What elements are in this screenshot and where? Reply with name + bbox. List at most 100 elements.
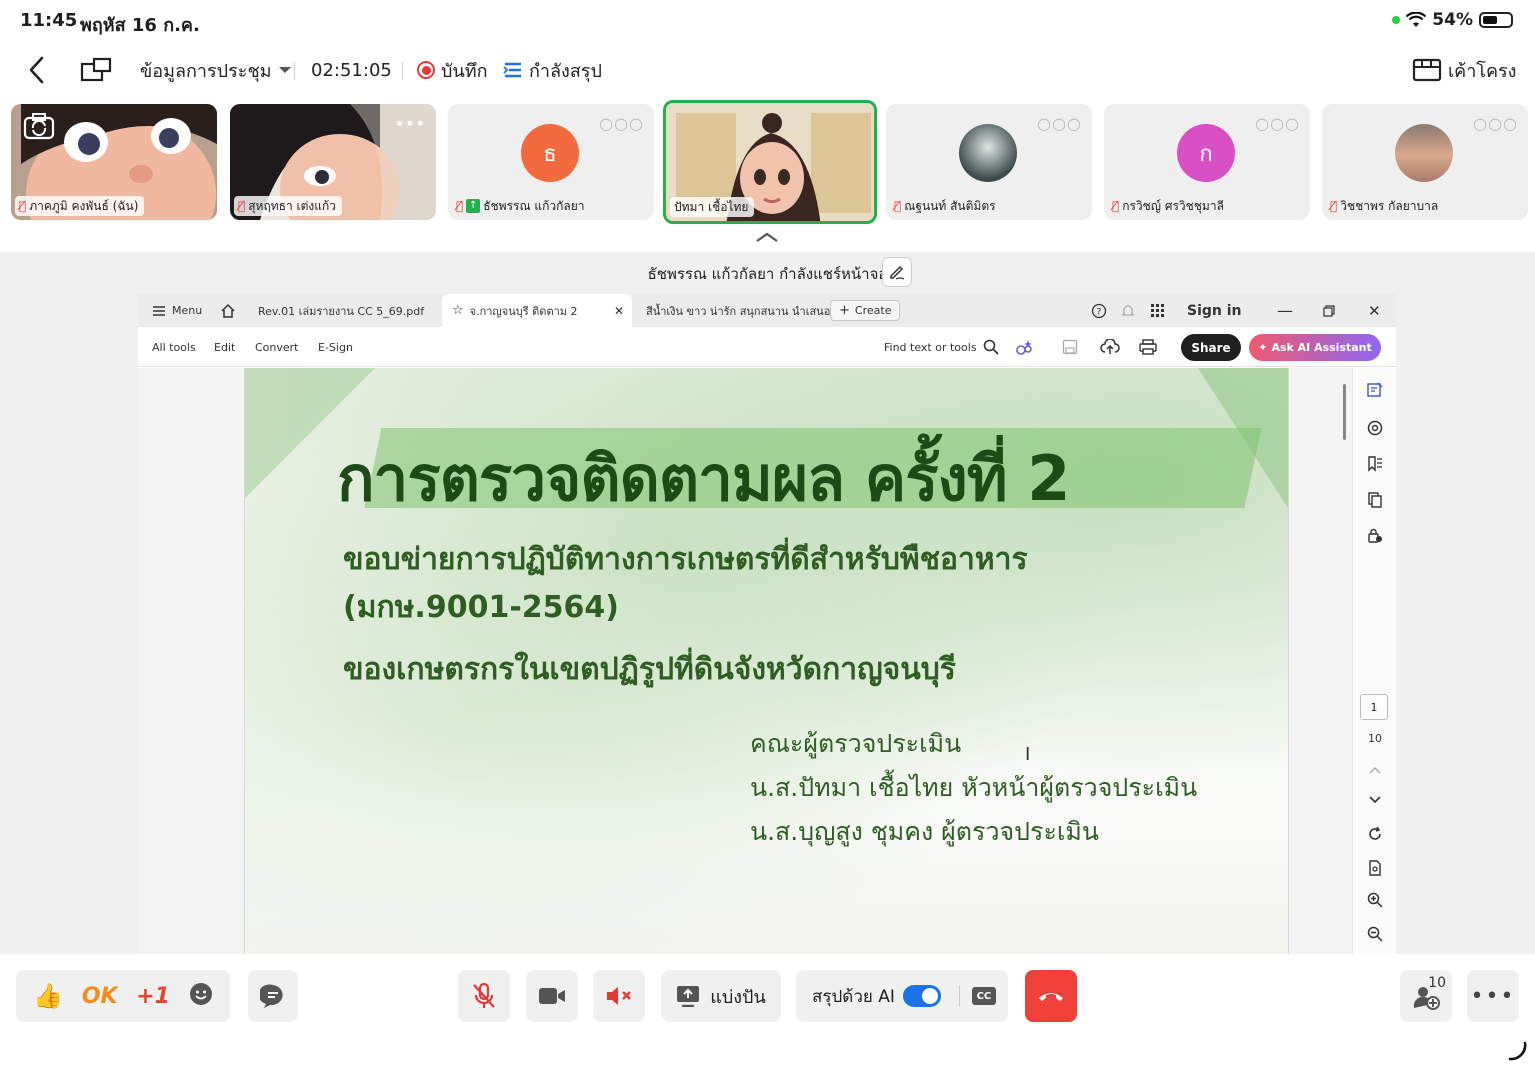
tool-edit[interactable]: Edit (214, 327, 235, 367)
back-button[interactable] (26, 50, 48, 90)
close-window-icon[interactable]: ✕ (1368, 294, 1381, 327)
minimize-window-icon[interactable]: — (1277, 294, 1293, 327)
closed-captions-button[interactable]: CC (971, 987, 996, 1005)
end-call-button[interactable] (1025, 970, 1077, 1022)
share-screen-icon (677, 986, 700, 1007)
home-button[interactable] (220, 294, 236, 327)
mic-off-icon: 🎙̸ (1112, 199, 1120, 213)
thumbs-up-icon[interactable]: 👍 (33, 982, 63, 1010)
divider (294, 62, 295, 80)
ask-ai-assistant-button[interactable]: ✦ Ask AI Assistant (1249, 334, 1381, 361)
avatar-initial: ก (1199, 141, 1213, 167)
participant-tile-active-speaker[interactable]: ปัทมา เชื้อไทย (663, 100, 877, 224)
chat-button[interactable] (248, 970, 298, 1022)
more-options-icon[interactable]: ○○○ (1473, 114, 1518, 133)
ai-summary-toggle[interactable] (902, 985, 941, 1007)
tool-all-tools[interactable]: All tools (152, 327, 196, 367)
edit-pdf-icon[interactable] (1365, 380, 1385, 400)
previous-page-icon[interactable] (1365, 760, 1385, 780)
zoom-in-icon[interactable] (1365, 890, 1385, 910)
ai-summary-status[interactable]: กำลังสรุป (503, 50, 602, 90)
collapse-strip-button[interactable] (755, 228, 779, 242)
slide-subtitle-line: ของเกษตรกรในเขตปฏิรูปที่ดินจังหวัดกาญจนบ… (343, 652, 956, 687)
acrobat-share-button[interactable]: Share (1181, 334, 1241, 361)
acrobat-tab[interactable]: Rev.01 เล่มรายงาน CC 5_69.pdf (258, 294, 424, 327)
tool-esign[interactable]: E-Sign (318, 327, 353, 367)
annotate-button[interactable] (882, 257, 912, 287)
print-icon[interactable] (1139, 327, 1157, 367)
acrobat-toolbar: All tools Edit Convert E-Sign Find text … (138, 327, 1396, 367)
find-tools-search[interactable]: Find text or tools (884, 327, 999, 367)
share-screen-button[interactable]: แบ่งปัน (661, 970, 781, 1022)
switch-camera-icon[interactable] (23, 112, 55, 140)
reaction-plus-one-button[interactable]: +1 (136, 984, 170, 1009)
save-icon[interactable] (1062, 327, 1078, 367)
speaker-mute-button[interactable] (593, 970, 645, 1022)
bell-icon[interactable] (1121, 294, 1135, 327)
meeting-toolbar: ข้อมูลการประชุม 02:51:05 บันทึก กำลังสรุ… (0, 50, 1535, 90)
tool-convert[interactable]: Convert (255, 327, 299, 367)
avatar: ธ (521, 124, 579, 182)
acrobat-menu-button[interactable]: Menu (152, 294, 202, 327)
participant-tile[interactable]: ○○○ 🎙̸ วิชชาพร กัลยาบาล (1322, 104, 1528, 220)
sharer-label: ธัชพรรณ แก้วกัลยา กำลังแชร์หน้าจอ (647, 265, 888, 283)
bookmark-icon[interactable] (1365, 454, 1385, 474)
restore-window-icon[interactable] (1323, 294, 1335, 327)
close-tab-icon[interactable]: ✕ (614, 304, 624, 318)
next-page-icon[interactable] (1365, 790, 1385, 810)
status-bar: 11:45 พฤหัส 16 ก.ค. 54% (0, 0, 1535, 42)
more-options-button[interactable]: ••• (1467, 970, 1519, 1022)
participants-button[interactable]: 10 (1400, 970, 1452, 1022)
acrobat-tab[interactable]: สีน้ำเงิน ขาว น่ารัก สนุกสนาน นำเสนอ โค.… (646, 294, 858, 327)
document-scrollbar[interactable] (1343, 384, 1346, 440)
page-settings-icon[interactable] (1365, 858, 1385, 878)
create-button[interactable]: + Create (830, 300, 901, 321)
layout-button[interactable]: เค้าโครง (1412, 50, 1516, 90)
sign-in-button[interactable]: Sign in (1187, 294, 1242, 327)
current-page-input[interactable]: 1 (1360, 694, 1388, 720)
rotate-icon[interactable] (1365, 824, 1385, 844)
participant-tile[interactable]: ••• 🎙̸ สุหฤทธา เต่งแก้ว (230, 104, 436, 220)
ai-sparkle-icon[interactable] (1015, 327, 1033, 367)
participant-tile[interactable]: ก ○○○ 🎙̸ กรวิชญ์ ศรวิชชุมาลี (1104, 104, 1310, 220)
avatar-photo (1395, 124, 1453, 182)
menu-label: Menu (172, 304, 203, 317)
pages-icon[interactable] (1365, 490, 1385, 510)
more-options-icon[interactable]: ••• (395, 114, 426, 133)
chevron-left-icon (29, 56, 44, 84)
more-options-icon[interactable]: ○○○ (599, 114, 644, 133)
emoji-icon[interactable] (189, 982, 213, 1010)
star-icon[interactable]: ☆ (452, 303, 464, 318)
zoom-out-icon[interactable] (1365, 924, 1385, 944)
meeting-info-dropdown[interactable]: ข้อมูลการประชุม (140, 50, 292, 90)
avatar: ก (1177, 124, 1235, 182)
video-camera-icon (539, 988, 565, 1004)
minimize-window-button[interactable] (80, 50, 112, 90)
total-pages: 10 (1368, 732, 1382, 745)
participant-tile[interactable]: 🎙̸ ภาคภูมิ คงพันธ์ (ฉัน) (11, 104, 217, 220)
more-options-icon[interactable]: ○○○ (1037, 114, 1082, 133)
help-icon[interactable]: ? (1091, 294, 1107, 327)
participant-name: กรวิชญ์ ศรวิชชุมาลี (1122, 198, 1224, 213)
caret-down-icon (278, 67, 291, 73)
find-label: Find text or tools (884, 340, 977, 354)
participant-tile[interactable]: ○○○ 🎙̸ ณฐนนท์ สันติมิตร (886, 104, 1092, 220)
duration-text: 02:51:05 (311, 59, 392, 81)
camera-button[interactable] (526, 970, 578, 1022)
tab-label: จ.กาญจนบุรี ติดตาม 2 (469, 304, 578, 318)
more-options-icon[interactable]: ○○○ (1255, 114, 1300, 133)
mic-off-icon (473, 982, 495, 1008)
apps-grid-icon[interactable] (1151, 294, 1165, 327)
protect-icon[interactable] (1365, 526, 1385, 546)
comment-icon[interactable] (1365, 418, 1385, 438)
more-horizontal-icon: ••• (1470, 983, 1516, 1009)
unmute-button[interactable] (458, 970, 510, 1022)
participant-tile[interactable]: ธ ○○○ 🎙̸ ↑ ธัชพรรณ แก้วกัลยา (448, 104, 654, 220)
create-label: Create (854, 304, 892, 317)
acrobat-tab-active[interactable]: ☆ จ.กาญจนบุรี ติดตาม 2 ✕ (442, 294, 632, 327)
reaction-ok-button[interactable]: OK (82, 984, 118, 1009)
upload-cloud-icon[interactable] (1100, 327, 1120, 367)
participant-count: 10 (1428, 975, 1446, 991)
acrobat-right-rail: 1 10 (1352, 368, 1396, 954)
record-button[interactable]: บันทึก (417, 50, 488, 90)
